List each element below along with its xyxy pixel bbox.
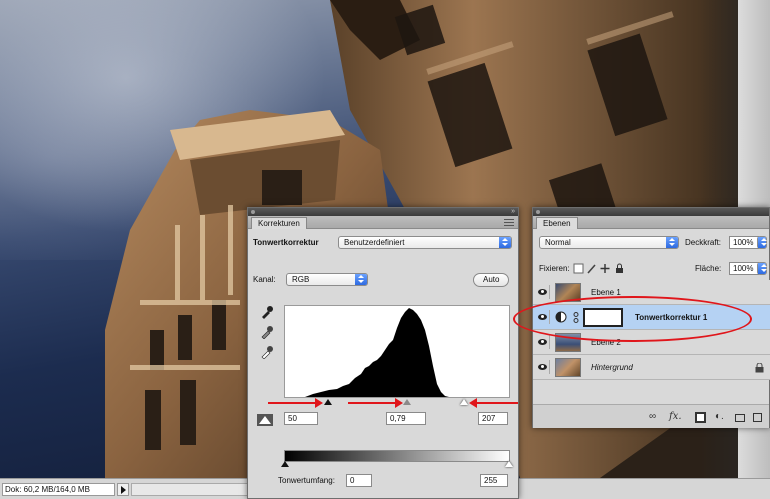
output-black-field[interactable]: 0 [346, 474, 372, 487]
new-adjustment-icon[interactable]: ◐. [715, 411, 724, 423]
clipping-warning-icon[interactable] [256, 412, 274, 428]
output-gradient [284, 450, 510, 462]
document-size-info[interactable]: Dok: 60,2 MB/164,0 MB [2, 483, 115, 496]
select-arrow-icon [355, 274, 367, 285]
layer-name: Hintergrund [591, 363, 633, 372]
annotation-arrow [348, 398, 403, 408]
histogram-graph [285, 308, 509, 397]
blend-mode-select[interactable]: Normal [539, 236, 679, 249]
panel-titlebar[interactable]: » [248, 208, 518, 216]
annotation-arrow [268, 398, 323, 408]
layer-row[interactable]: Hintergrund [533, 355, 770, 380]
lock-label: Fixieren: [539, 264, 570, 273]
fill-dropdown[interactable] [757, 262, 767, 275]
kanal-label: Kanal: [253, 275, 276, 284]
output-white-handle[interactable] [505, 461, 513, 467]
new-group-icon[interactable] [735, 414, 745, 422]
tab-korrekturen[interactable]: Korrekturen [251, 217, 307, 229]
opacity-field[interactable]: 100% [729, 236, 759, 249]
status-menu-arrow-icon[interactable] [117, 483, 129, 496]
eyedropper-gray-icon[interactable] [260, 325, 274, 339]
blend-mode-value: Normal [545, 238, 571, 247]
panel-close-icon[interactable] [251, 210, 255, 214]
fill-label: Fläche: [695, 264, 722, 273]
preset-value: Benutzerdefiniert [344, 238, 405, 247]
black-point-handle[interactable] [324, 399, 332, 405]
panel-titlebar[interactable] [533, 208, 769, 216]
preset-select[interactable]: Benutzerdefiniert [338, 236, 512, 249]
panel-close-icon[interactable] [536, 210, 540, 214]
adjustments-body: Tonwertkorrektur Benutzerdefiniert Kanal… [248, 229, 518, 499]
output-black-handle[interactable] [281, 461, 289, 467]
select-arrow-icon [499, 237, 511, 248]
fill-field[interactable]: 100% [729, 262, 759, 275]
white-point-handle[interactable] [460, 399, 468, 405]
panel-menu-icon[interactable] [504, 219, 514, 226]
auto-button[interactable]: Auto [473, 273, 510, 287]
new-layer-icon[interactable] [753, 413, 762, 422]
adjustment-heading: Tonwertkorrektur [253, 238, 319, 247]
layer-thumbnail [555, 358, 581, 377]
input-gamma-field[interactable]: 0,79 [386, 412, 426, 425]
add-mask-icon[interactable] [695, 412, 706, 423]
adjustments-panel: » Korrekturen Tonwertkorrektur Benutzerd… [247, 207, 519, 499]
output-white-field[interactable]: 255 [480, 474, 508, 487]
link-layers-icon[interactable]: ∞ [649, 411, 656, 423]
output-label: Tonwertumfang: [278, 476, 335, 485]
horizontal-scrollbar[interactable] [131, 483, 251, 496]
kanal-select[interactable]: RGB [286, 273, 368, 286]
lock-icon [755, 363, 764, 373]
panel-tabbar: Korrekturen [248, 216, 518, 229]
panel-collapse-icon[interactable]: » [511, 208, 515, 216]
opacity-dropdown[interactable] [757, 236, 767, 249]
eye-icon[interactable] [536, 335, 550, 349]
panel-tabbar: Ebenen [533, 216, 769, 229]
input-white-field[interactable]: 207 [478, 412, 508, 425]
select-arrow-icon [666, 237, 678, 248]
opacity-label: Deckkraft: [685, 238, 722, 247]
fx-icon[interactable]: fx. [669, 411, 682, 423]
select-arrow-icon [758, 237, 767, 248]
eyedropper-white-icon[interactable] [260, 345, 274, 359]
kanal-value: RGB [292, 275, 310, 284]
annotation-ellipse [513, 296, 752, 342]
eyedropper-black-icon[interactable] [260, 305, 274, 319]
gamma-handle[interactable] [403, 399, 411, 405]
input-black-field[interactable]: 50 [284, 412, 318, 425]
tab-ebenen[interactable]: Ebenen [536, 217, 578, 229]
histogram [284, 305, 510, 398]
select-arrow-icon [758, 263, 767, 274]
eye-icon[interactable] [536, 285, 550, 299]
eye-icon[interactable] [536, 360, 550, 374]
layers-footer: ∞ fx. ◐. [533, 404, 769, 428]
lock-options[interactable] [573, 263, 625, 274]
annotation-arrow [469, 398, 518, 408]
